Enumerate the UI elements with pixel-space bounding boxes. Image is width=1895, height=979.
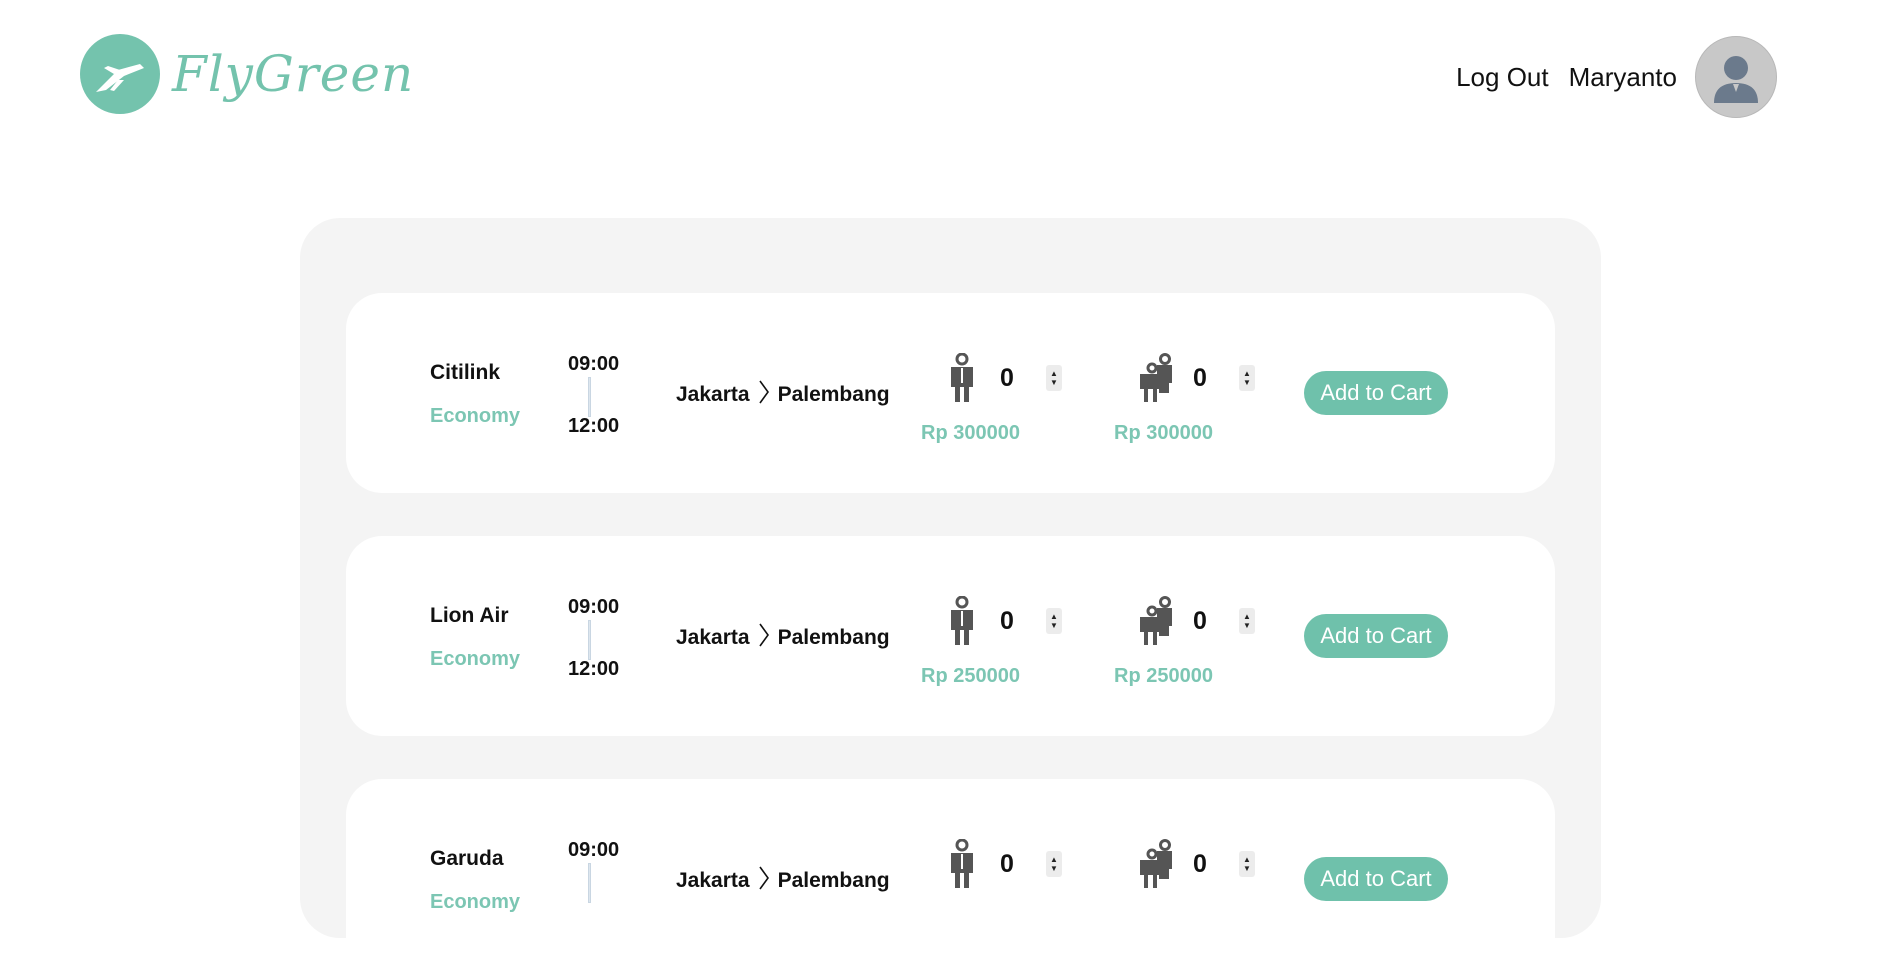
adult-quantity-group: 0 ▲ ▼: [942, 352, 1062, 403]
origin-city: Jakarta: [676, 869, 750, 892]
chevron-right-icon: [758, 379, 770, 411]
route: Jakarta Palembang: [676, 622, 890, 654]
destination-city: Palembang: [777, 383, 890, 406]
adult-stepper[interactable]: ▲ ▼: [1046, 851, 1062, 877]
time-divider: [588, 863, 591, 903]
chevron-right-icon: [758, 622, 770, 654]
adult-person-icon: [942, 352, 982, 403]
adult-quantity-group: 0 ▲ ▼: [942, 838, 1062, 889]
airline-name: Garuda: [430, 847, 504, 870]
add-to-cart-button[interactable]: Add to Cart: [1304, 614, 1448, 658]
flight-card: Citilink Economy 09:00 12:00 Jakarta Pal…: [346, 293, 1555, 493]
add-to-cart-button[interactable]: Add to Cart: [1304, 857, 1448, 901]
adult-stepper[interactable]: ▲ ▼: [1046, 608, 1062, 634]
user-avatar-icon[interactable]: [1695, 36, 1777, 118]
route: Jakarta Palembang: [676, 865, 890, 897]
adult-price: Rp 300000: [921, 422, 1020, 444]
flight-class: Economy: [430, 891, 521, 913]
origin-city: Jakarta: [676, 383, 750, 406]
child-stepper[interactable]: ▲ ▼: [1239, 608, 1255, 634]
adult-person-icon: [942, 595, 982, 646]
adult-price: Rp 250000: [921, 665, 1020, 687]
adult-person-icon: [942, 838, 982, 889]
child-quantity-group: 0 ▲ ▼: [1135, 353, 1255, 403]
departure-time: 09:00: [568, 596, 620, 618]
adult-quantity-value[interactable]: 0: [1000, 607, 1022, 636]
plane-logo-icon: [80, 34, 160, 114]
airline-name: Lion Air: [430, 604, 509, 627]
adult-quantity-value[interactable]: 0: [1000, 850, 1022, 879]
brand-name: FlyGreen: [172, 45, 415, 103]
parent-child-icon: [1135, 353, 1175, 403]
child-quantity-value[interactable]: 0: [1193, 364, 1215, 393]
child-quantity-group: 0 ▲ ▼: [1135, 839, 1255, 889]
header-nav: Log Out Maryanto: [1456, 36, 1777, 118]
time-divider: [588, 377, 591, 417]
flight-class: Economy: [430, 405, 521, 427]
airline-name: Citilink: [430, 361, 501, 384]
arrival-time: 12:00: [568, 415, 620, 437]
departure-time: 09:00: [568, 839, 620, 861]
parent-child-icon: [1135, 839, 1175, 889]
child-quantity-group: 0 ▲ ▼: [1135, 596, 1255, 646]
child-quantity-value[interactable]: 0: [1193, 850, 1215, 879]
parent-child-icon: [1135, 596, 1175, 646]
child-stepper[interactable]: ▲ ▼: [1239, 851, 1255, 877]
child-price: Rp 300000: [1114, 422, 1213, 444]
add-to-cart-button[interactable]: Add to Cart: [1304, 371, 1448, 415]
child-stepper[interactable]: ▲ ▼: [1239, 365, 1255, 391]
adult-stepper[interactable]: ▲ ▼: [1046, 365, 1062, 391]
chevron-right-icon: [758, 865, 770, 897]
adult-quantity-value[interactable]: 0: [1000, 364, 1022, 393]
child-quantity-value[interactable]: 0: [1193, 607, 1215, 636]
flight-card: Lion Air Economy 09:00 12:00 Jakarta Pal…: [346, 536, 1555, 736]
departure-time: 09:00: [568, 353, 620, 375]
destination-city: Palembang: [777, 869, 890, 892]
arrival-time: 12:00: [568, 658, 620, 680]
user-name: Maryanto: [1568, 61, 1677, 92]
flight-card: Garuda Economy 09:00 Jakarta Palembang 0…: [346, 779, 1555, 979]
destination-city: Palembang: [777, 626, 890, 649]
flight-class: Economy: [430, 648, 521, 670]
logout-link[interactable]: Log Out: [1456, 62, 1549, 93]
route: Jakarta Palembang: [676, 379, 890, 411]
flight-list-panel: Citilink Economy 09:00 12:00 Jakarta Pal…: [300, 218, 1601, 979]
adult-quantity-group: 0 ▲ ▼: [942, 595, 1062, 646]
brand-logo[interactable]: FlyGreen: [80, 34, 414, 114]
time-divider: [588, 620, 591, 660]
child-price: Rp 250000: [1114, 665, 1213, 687]
origin-city: Jakarta: [676, 626, 750, 649]
